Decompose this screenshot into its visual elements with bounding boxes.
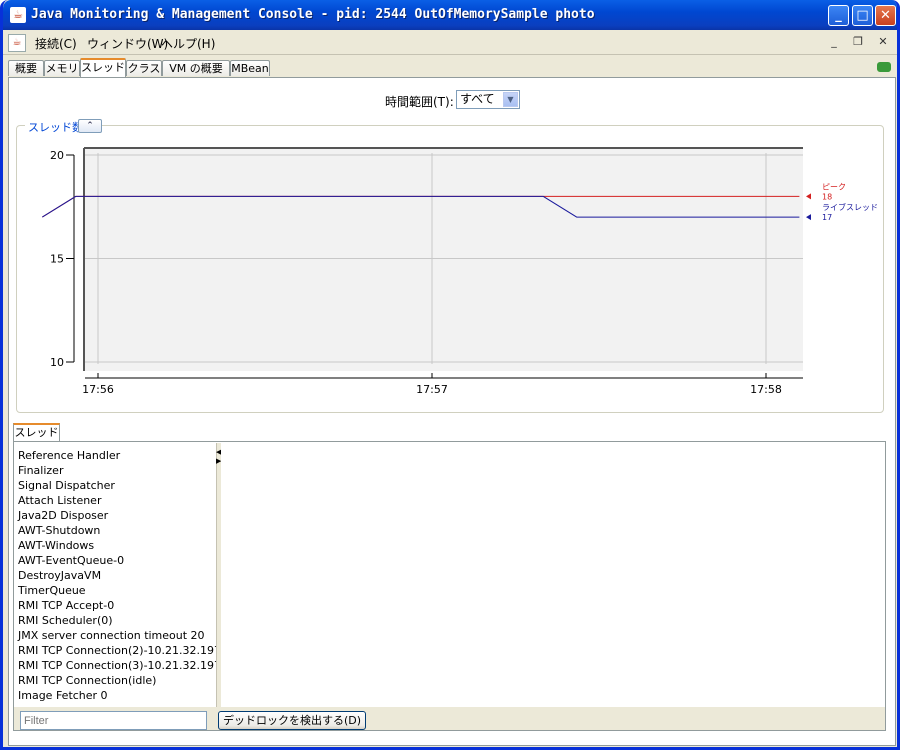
tab-threads[interactable]: スレッド <box>80 58 126 77</box>
thread-item[interactable]: Attach Listener <box>18 494 101 507</box>
detect-deadlock-button[interactable]: デッドロックを検出する(D) <box>218 711 366 730</box>
tab-mbeans[interactable]: MBean <box>230 60 270 76</box>
jconsole-window: ☕ Java Monitoring & Management Console -… <box>0 0 900 750</box>
thread-list[interactable]: Reference Handler Finalizer Signal Dispatc… <box>14 443 217 706</box>
thread-item[interactable]: DestroyJavaVM <box>18 569 101 582</box>
thread-item[interactable]: RMI TCP Connection(2)-10.21.32.197 <box>18 644 217 657</box>
thread-item[interactable]: Signal Dispatcher <box>18 479 115 492</box>
thread-item[interactable]: Reference Handler <box>18 449 120 462</box>
inner-restore-button[interactable]: ❐ <box>849 34 867 50</box>
thread-item[interactable]: Finalizer <box>18 464 63 477</box>
thread-item[interactable]: RMI TCP Accept-0 <box>18 599 114 612</box>
thread-item[interactable]: AWT-Windows <box>18 539 94 552</box>
menu-help[interactable]: ヘルプ(H) <box>161 35 215 52</box>
window-title: Java Monitoring & Management Console - p… <box>31 7 595 22</box>
thread-detail-pane <box>221 443 885 707</box>
tab-vm-summary[interactable]: VM の概要 <box>162 60 230 76</box>
filter-input[interactable] <box>20 711 207 730</box>
thread-item[interactable]: RMI Scheduler(0) <box>18 614 113 627</box>
inner-minimize-button[interactable]: _ <box>825 34 843 50</box>
tab-overview[interactable]: 概要 <box>8 60 44 76</box>
thread-item[interactable]: JMX server connection timeout 20 <box>18 629 205 642</box>
thread-item[interactable]: AWT-EventQueue-0 <box>18 554 124 567</box>
thread-count-panel <box>16 125 884 413</box>
minimize-button[interactable]: _ <box>828 5 849 26</box>
menu-bar: ☕ 接続(C) ウィンドウ(W) ヘルプ(H) _ ❐ ✕ <box>3 30 897 55</box>
thread-item[interactable]: RMI TCP Connection(3)-10.21.32.197 <box>18 659 217 672</box>
tab-thread-list[interactable]: スレッド <box>13 423 60 442</box>
title-bar[interactable]: ☕ Java Monitoring & Management Console -… <box>3 0 897 30</box>
java-icon: ☕ <box>10 7 26 23</box>
tab-memory[interactable]: メモリ <box>44 60 80 76</box>
menu-window[interactable]: ウィンドウ(W) <box>87 35 168 52</box>
maximize-button[interactable]: □ <box>852 5 873 26</box>
menu-connection[interactable]: 接続(C) <box>35 35 77 52</box>
connection-status-icon <box>877 62 891 72</box>
thread-count-title: スレッド数 <box>25 119 86 135</box>
thread-item[interactable]: TimerQueue <box>18 584 86 597</box>
time-range-value: すべて <box>460 92 495 106</box>
time-range-select[interactable]: すべて ▼ <box>456 90 520 109</box>
time-range-label: 時間範囲(T): <box>385 95 454 109</box>
thread-item[interactable]: RMI TCP Connection(idle) <box>18 674 156 687</box>
chevron-down-icon[interactable]: ▼ <box>503 92 518 107</box>
collapse-button[interactable]: ⌃ <box>78 119 102 133</box>
java-icon[interactable]: ☕ <box>8 34 26 52</box>
close-button[interactable]: ✕ <box>875 5 896 26</box>
thread-item[interactable]: Java2D Disposer <box>18 509 108 522</box>
thread-item[interactable]: Image Fetcher 0 <box>18 689 108 702</box>
tab-classes[interactable]: クラス <box>126 60 162 76</box>
thread-item[interactable]: AWT-Shutdown <box>18 524 100 537</box>
inner-close-button[interactable]: ✕ <box>874 34 892 50</box>
